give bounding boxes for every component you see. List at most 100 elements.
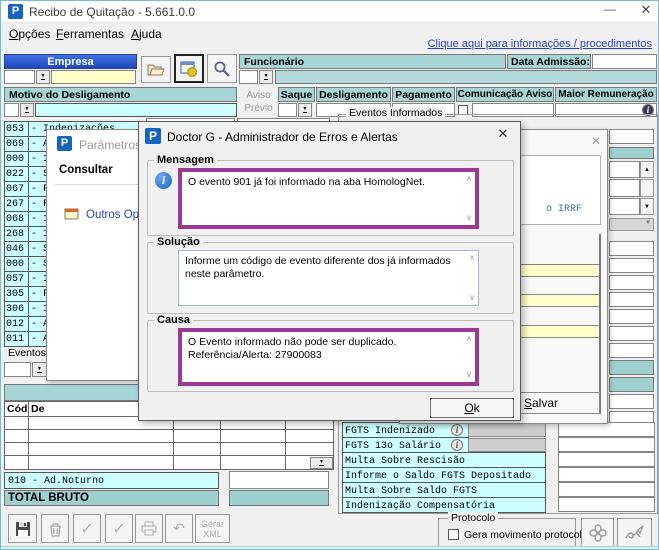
grid-cell[interactable] (220, 442, 286, 456)
gerar-xml-button[interactable]: Gerar XML (195, 514, 230, 543)
mensagem-textarea[interactable]: O evento 901 já foi informado na aba Hom… (178, 168, 479, 229)
confirm-all-button[interactable]: ✓ (105, 514, 133, 543)
event-row-code[interactable]: 067 (4, 181, 29, 197)
rc-spin-field-3[interactable] (609, 198, 640, 215)
event-row-code[interactable]: 305 (4, 286, 29, 302)
saque-dropdown[interactable]: ▼ (298, 103, 312, 117)
solucao-textarea[interactable]: Informe um código de evento diferente do… (178, 250, 479, 306)
rc-field[interactable] (609, 275, 654, 290)
rc-field[interactable] (609, 326, 654, 341)
fgts-value-field[interactable] (558, 452, 655, 467)
funcionario-code-field[interactable] (239, 70, 258, 84)
event-010-field[interactable]: 010 - Ad.Noturno (4, 472, 219, 489)
confirm-button[interactable]: ✓ (73, 514, 101, 543)
fgts-value-field[interactable] (558, 482, 655, 497)
event-row-code[interactable]: 011 (4, 331, 29, 347)
empresa-dropdown[interactable]: ▼ (36, 70, 50, 84)
event-row-code[interactable]: 046 (4, 241, 29, 257)
grid-cell[interactable] (28, 429, 174, 443)
grid-cell[interactable] (4, 442, 29, 456)
evento-add-field[interactable] (4, 362, 31, 377)
motivo-desc-field[interactable] (35, 103, 237, 117)
motivo-code-field[interactable] (4, 103, 19, 117)
spinner-up-button[interactable]: ▲ (640, 161, 654, 178)
scroll-down-icon[interactable]: ∨ (469, 294, 475, 302)
rc-spin-field-2[interactable] (609, 179, 640, 197)
grid-cell[interactable] (28, 442, 174, 456)
rc-dropdown[interactable]: ▼ (609, 218, 654, 231)
parametros-button[interactable] (174, 54, 204, 83)
menu-ajuda[interactable]: Ajuda (131, 27, 162, 41)
grid-cell[interactable] (4, 455, 29, 470)
event-row-code[interactable]: 068 (4, 211, 29, 227)
rc-field[interactable] (609, 309, 654, 324)
grid-scroll-dropdown[interactable]: ▼ (310, 457, 333, 469)
grid-cell[interactable] (173, 442, 221, 456)
grid-cell[interactable] (220, 455, 286, 470)
data-admissao-field[interactable] (592, 54, 657, 69)
close-icon[interactable]: ✕ (588, 134, 604, 150)
evento-add-dropdown[interactable]: ▼ (32, 362, 47, 377)
grid-cell[interactable] (173, 429, 221, 443)
event-row-code[interactable]: 069 (4, 136, 29, 152)
fgts-info-icon[interactable]: i (451, 439, 463, 451)
scrollbar[interactable] (599, 234, 601, 414)
rc-field[interactable] (609, 258, 654, 273)
event-row-code[interactable]: 000 (4, 151, 29, 167)
grid-cell[interactable] (4, 429, 29, 443)
rc-field[interactable] (609, 241, 654, 256)
close-icon[interactable]: ✕ (491, 126, 515, 146)
grid-cell[interactable] (173, 455, 221, 470)
rc-field[interactable] (609, 129, 654, 144)
fgts-value-field[interactable] (558, 467, 655, 482)
causa-textarea[interactable]: O Evento informado não pode ser duplicad… (178, 328, 479, 386)
empresa-code-field[interactable] (4, 70, 35, 84)
save-button[interactable] (8, 514, 37, 543)
assinatura-button[interactable] (617, 518, 652, 547)
outros-op-link[interactable]: Outros Op (86, 209, 139, 221)
protocolo-button[interactable] (581, 518, 614, 547)
event-row-code[interactable]: 000 (4, 256, 29, 272)
spinner-down-button[interactable]: ▼ (640, 198, 654, 215)
search-button[interactable] (207, 54, 237, 83)
event-row-code[interactable]: 268 (4, 226, 29, 242)
close-icon[interactable]: ✕ (635, 2, 657, 20)
info-link[interactable]: Clique aqui para informações / procedime… (428, 38, 652, 50)
undo-button[interactable]: ↶ (165, 514, 193, 543)
empresa-name-field[interactable] (51, 70, 136, 84)
grid-cell[interactable] (285, 429, 334, 443)
rc-field[interactable] (609, 292, 654, 307)
scroll-down-icon[interactable]: ∨ (466, 214, 472, 222)
saque-code-field[interactable] (278, 103, 297, 117)
ok-button[interactable]: Ok (430, 398, 514, 418)
gera-movimento-checkbox[interactable] (448, 529, 459, 540)
grid-cell[interactable] (220, 429, 286, 443)
event-row-code[interactable]: 053 (4, 121, 29, 137)
menu-ferramentas[interactable]: Ferramentas (56, 27, 124, 41)
spinner-mid-button[interactable] (640, 179, 654, 197)
event-row-code[interactable]: 306 (4, 301, 29, 317)
fgts-value-field[interactable] (558, 497, 655, 512)
event-row-code[interactable]: 267 (4, 196, 29, 212)
scroll-up-icon[interactable]: ∧ (469, 254, 475, 262)
print-button[interactable] (135, 514, 163, 543)
open-folder-button[interactable] (141, 56, 171, 83)
fgts-info-icon[interactable]: i (451, 424, 463, 436)
rc-field[interactable] (609, 343, 654, 358)
event-row-code[interactable]: 012 (4, 316, 29, 332)
event-row-code[interactable]: 022 (4, 166, 29, 182)
event-row-code[interactable]: 057 (4, 271, 29, 287)
event-010-value-field[interactable] (229, 471, 329, 489)
grid-cell[interactable] (285, 442, 334, 456)
scroll-down-icon[interactable]: ∨ (466, 371, 472, 379)
fgts-value-field[interactable] (558, 437, 655, 452)
funcionario-name-field[interactable] (275, 70, 657, 84)
minimize-icon[interactable]: — (599, 2, 621, 20)
delete-button[interactable] (41, 514, 69, 543)
menu-opcoes[interactable]: Opções (9, 27, 50, 41)
rc-spin-field-1[interactable] (609, 161, 640, 178)
motivo-dropdown[interactable]: ▼ (20, 103, 34, 117)
scroll-up-icon[interactable]: ∧ (466, 335, 472, 343)
grid-cell[interactable] (4, 416, 29, 430)
rc-field[interactable] (609, 394, 654, 409)
